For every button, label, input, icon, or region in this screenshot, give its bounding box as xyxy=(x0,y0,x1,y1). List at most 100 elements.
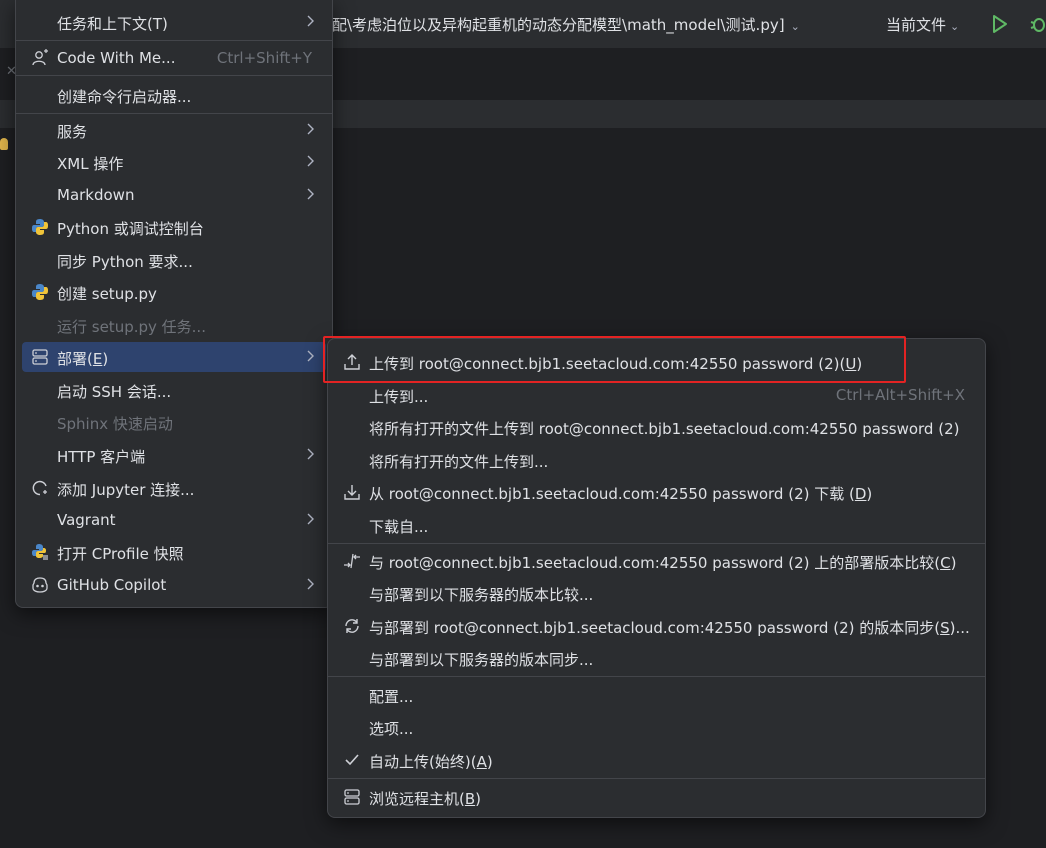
menu-item-sync-with-deployed[interactable]: 与部署到 root@connect.bjb1.seetacloud.com:42… xyxy=(334,611,979,641)
menu-item-label: 与部署到 root@connect.bjb1.seetacloud.com:42… xyxy=(369,619,970,637)
menu-item-deployment[interactable]: 部署(E) xyxy=(22,342,326,372)
menu-item-label: 打开 CProfile 快照 xyxy=(57,545,184,563)
menu-item-markdown[interactable]: Markdown xyxy=(22,180,326,210)
menu-item-upload-to-server[interactable]: 上传到 root@connect.bjb1.seetacloud.com:425… xyxy=(334,347,979,377)
menu-item-upload-all-open-files-to-server[interactable]: 将所有打开的文件上传到 root@connect.bjb1.seetacloud… xyxy=(334,412,979,442)
breadcrumb-path-text: 配\考虑泊位以及异构起重机的动态分配模型\math_model\测试.py] xyxy=(332,16,785,34)
menu-item-label: 下载自... xyxy=(369,518,429,536)
menu-item-label: 自动上传(始终)(A) xyxy=(369,753,493,771)
menu-item-label: Code With Me... xyxy=(57,49,176,67)
chevron-right-icon xyxy=(307,188,314,200)
menu-item-sync-python-requirements[interactable]: 同步 Python 要求... xyxy=(22,245,326,275)
debug-icon[interactable] xyxy=(1028,13,1046,35)
menu-item-open-cprofile-snapshot[interactable]: 打开 CProfile 快照 xyxy=(22,537,326,567)
menu-item-label: 从 root@connect.bjb1.seetacloud.com:42550… xyxy=(369,485,873,503)
menu-item-label: 创建 setup.py xyxy=(57,285,157,303)
menu-item-label: 启动 SSH 会话... xyxy=(57,383,172,401)
menu-item-label: 与部署到以下服务器的版本同步... xyxy=(369,651,594,669)
python-icon xyxy=(32,284,48,300)
menu-item-label: 任务和上下文(T) xyxy=(57,15,168,33)
tools-menu: 任务和上下文(T) Code With Me... Ctrl+Shift+Y 创… xyxy=(15,0,333,608)
menu-item-create-setup-py[interactable]: 创建 setup.py xyxy=(22,277,326,307)
jupyter-icon xyxy=(32,480,47,496)
menu-item-label: 将所有打开的文件上传到 root@connect.bjb1.seetacloud… xyxy=(369,420,960,438)
menu-item-label: 服务 xyxy=(57,123,88,141)
menu-item-label: 部署(E) xyxy=(57,350,109,368)
upload-icon xyxy=(344,354,360,370)
menu-item-download-from[interactable]: 下载自... xyxy=(334,510,979,540)
menu-item-sync-with-deployed-to[interactable]: 与部署到以下服务器的版本同步... xyxy=(334,643,979,673)
menu-item-configuration[interactable]: 配置... xyxy=(334,680,979,710)
menu-item-label: 添加 Jupyter 连接... xyxy=(57,481,195,499)
menu-item-code-with-me[interactable]: Code With Me... Ctrl+Shift+Y xyxy=(22,43,326,73)
menu-item-label: XML 操作 xyxy=(57,155,124,173)
menu-item-label: 选项... xyxy=(369,720,414,738)
chevron-right-icon xyxy=(307,123,314,135)
chevron-right-icon xyxy=(307,448,314,460)
run-configuration-label: 当前文件 xyxy=(886,16,947,34)
server-icon xyxy=(344,789,360,805)
menu-item-sphinx-quickstart: Sphinx 快速启动 xyxy=(22,407,326,437)
cprofile-icon xyxy=(32,544,48,560)
menu-item-label: 将所有打开的文件上传到... xyxy=(369,453,549,471)
menu-item-upload-all-open-files-to[interactable]: 将所有打开的文件上传到... xyxy=(334,445,979,475)
menu-item-label: 上传到 root@connect.bjb1.seetacloud.com:425… xyxy=(369,355,863,373)
menu-item-label: GitHub Copilot xyxy=(57,576,167,594)
menu-item-options[interactable]: 选项... xyxy=(334,712,979,742)
python-console-icon xyxy=(32,219,48,235)
menu-item-vagrant[interactable]: Vagrant xyxy=(22,505,326,535)
run-configuration-selector[interactable]: 当前文件 ⌄ xyxy=(886,14,959,35)
menu-item-label: 与 root@connect.bjb1.seetacloud.com:42550… xyxy=(369,554,957,572)
menu-separator xyxy=(328,543,985,544)
menu-item-http-client[interactable]: HTTP 客户端 xyxy=(22,440,326,470)
checkmark-icon xyxy=(345,754,359,766)
menu-item-label: 浏览远程主机(B) xyxy=(369,790,482,808)
menu-item-xml-actions[interactable]: XML 操作 xyxy=(22,147,326,177)
menu-item-create-cli-launcher[interactable]: 创建命令行启动器... xyxy=(22,80,326,110)
chevron-down-icon: ⌄ xyxy=(790,20,800,33)
code-with-me-icon xyxy=(32,49,48,66)
menu-separator xyxy=(328,676,985,677)
menu-item-python-console[interactable]: Python 或调试控制台 xyxy=(22,212,326,242)
menu-item-compare-with-deployed-to[interactable]: 与部署到以下服务器的版本比较... xyxy=(334,578,979,608)
run-icon[interactable] xyxy=(988,13,1010,35)
menu-item-label: HTTP 客户端 xyxy=(57,448,146,466)
breadcrumb-path[interactable]: 配\考虑泊位以及异构起重机的动态分配模型\math_model\测试.py] ⌄ xyxy=(332,14,800,35)
chevron-right-icon xyxy=(307,513,314,525)
menu-item-shortcut: Ctrl+Alt+Shift+X xyxy=(835,386,965,404)
menu-item-label: 与部署到以下服务器的版本比较... xyxy=(369,586,594,604)
menu-item-browse-remote-host[interactable]: 浏览远程主机(B) xyxy=(334,782,979,812)
menu-item-upload-to[interactable]: 上传到... Ctrl+Alt+Shift+X xyxy=(334,380,979,410)
compare-icon xyxy=(344,553,360,569)
menu-separator xyxy=(16,113,332,114)
menu-item-label: Vagrant xyxy=(57,511,116,529)
menu-item-download-from-server[interactable]: 从 root@connect.bjb1.seetacloud.com:42550… xyxy=(334,477,979,507)
menu-item-label: 上传到... xyxy=(369,388,429,406)
menu-item-shortcut: Ctrl+Shift+Y xyxy=(216,49,312,67)
github-copilot-icon xyxy=(32,577,48,593)
menu-item-automatic-upload[interactable]: 自动上传(始终)(A) xyxy=(334,745,979,775)
chevron-right-icon xyxy=(307,155,314,167)
menu-item-tasks-context[interactable]: 任务和上下文(T) xyxy=(22,7,326,37)
lightbulb-icon[interactable] xyxy=(0,138,8,150)
menu-item-start-ssh-session[interactable]: 启动 SSH 会话... xyxy=(22,375,326,405)
menu-separator xyxy=(16,75,332,76)
menu-item-label: 同步 Python 要求... xyxy=(57,253,193,271)
chevron-right-icon xyxy=(307,15,314,27)
chevron-down-icon: ⌄ xyxy=(950,20,960,33)
deployment-submenu: 上传到 root@connect.bjb1.seetacloud.com:425… xyxy=(327,338,986,818)
menu-item-label: Markdown xyxy=(57,186,135,204)
menu-item-services[interactable]: 服务 xyxy=(22,115,326,145)
menu-separator xyxy=(328,778,985,779)
menu-item-label: 运行 setup.py 任务... xyxy=(57,318,206,336)
menu-item-github-copilot[interactable]: GitHub Copilot xyxy=(22,570,326,600)
menu-item-label: 创建命令行启动器... xyxy=(57,88,192,106)
chevron-right-icon xyxy=(307,578,314,590)
sync-icon xyxy=(345,619,359,633)
menu-item-run-setup-py-task: 运行 setup.py 任务... xyxy=(22,310,326,340)
menu-item-compare-with-deployed[interactable]: 与 root@connect.bjb1.seetacloud.com:42550… xyxy=(334,546,979,576)
menu-item-add-jupyter-connection[interactable]: 添加 Jupyter 连接... xyxy=(22,473,326,503)
menu-item-label: Sphinx 快速启动 xyxy=(57,415,173,433)
download-icon xyxy=(344,485,360,500)
chevron-right-icon xyxy=(307,350,314,362)
